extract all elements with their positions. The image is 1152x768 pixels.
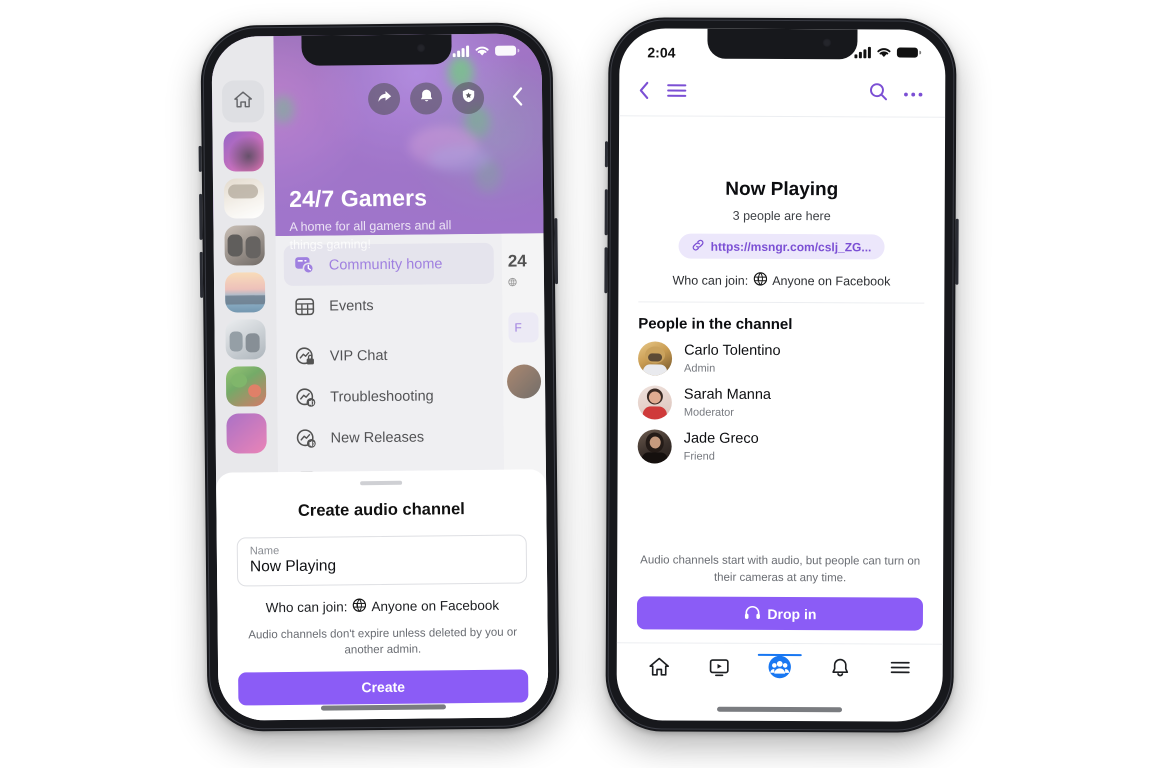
- nav-right-group: [868, 81, 923, 106]
- channel-name-input[interactable]: Now Playing: [250, 556, 514, 577]
- avatar: [637, 385, 672, 420]
- phone-volume-up-button: [604, 189, 608, 236]
- home-icon: [647, 655, 670, 683]
- channel-detail-body: Now Playing 3 people are here https://ms…: [617, 116, 945, 554]
- hamburger-menu-icon: [889, 658, 912, 681]
- person-info: Jade Greco Friend: [684, 431, 759, 463]
- front-camera: [416, 43, 426, 53]
- phone-mute-switch: [198, 145, 202, 172]
- right-nav-bar: [619, 70, 946, 118]
- sheet-note: Audio channels don't expire unless delet…: [248, 626, 518, 657]
- earpiece-speaker: [348, 33, 405, 36]
- earpiece-speaker: [754, 28, 811, 30]
- drop-in-label: Drop in: [767, 605, 817, 622]
- who-can-join-value: Anyone on Facebook: [772, 273, 891, 288]
- sheet-who-can-join[interactable]: Who can join: Anyone on Facebook: [237, 596, 527, 616]
- hamburger-menu-icon: [666, 84, 687, 103]
- avatar: [637, 429, 672, 464]
- phone-power-button: [554, 218, 559, 285]
- avatar: [637, 341, 673, 376]
- left-phone-screen: 24/7 Gamers A home for all gamers and al…: [211, 33, 549, 721]
- sheet-title: Create audio channel: [297, 500, 465, 520]
- person-role: Moderator: [683, 406, 735, 419]
- tab-menu[interactable]: [881, 655, 919, 685]
- drawer-menu-button[interactable]: [666, 81, 687, 104]
- bottom-tab-bar: [616, 642, 943, 696]
- globe-icon: [352, 598, 367, 615]
- tab-communities[interactable]: [757, 653, 802, 685]
- active-tab-indicator: [757, 653, 802, 657]
- back-button[interactable]: [637, 80, 651, 105]
- nav-left-group: [637, 80, 687, 105]
- status-time: 2:04: [647, 44, 676, 61]
- tab-watch[interactable]: [700, 654, 738, 684]
- right-phone-mockup: 2:04 Now Playing 3 people are here https…: [604, 17, 959, 733]
- people-section-title: People in the channel: [638, 315, 793, 334]
- channel-name-field[interactable]: Name Now Playing: [236, 534, 528, 587]
- person-role: Friend: [683, 450, 715, 463]
- phone-volume-down-button: [199, 251, 204, 298]
- screenshot-canvas: 24/7 Gamers A home for all gamers and al…: [0, 0, 1152, 768]
- person-name: Jade Greco: [683, 430, 759, 448]
- front-camera: [822, 38, 832, 48]
- channel-people-count: 3 people are here: [732, 208, 831, 224]
- person-name: Carlo Tolentino: [684, 342, 781, 360]
- channel-title: Now Playing: [725, 178, 839, 201]
- home-indicator: [717, 706, 843, 713]
- phone-volume-up-button: [199, 193, 203, 240]
- who-can-join-value: Anyone on Facebook: [371, 597, 500, 615]
- create-audio-channel-sheet: Create audio channel Name Now Playing Wh…: [215, 469, 549, 721]
- battery-icon: [896, 46, 922, 62]
- globe-icon: [753, 272, 767, 289]
- status-indicators: [854, 45, 922, 62]
- link-chain-icon: [692, 238, 705, 254]
- headphones-icon: [743, 604, 760, 622]
- phone-mute-switch: [604, 141, 609, 168]
- bell-icon: [829, 656, 852, 684]
- tab-home[interactable]: [640, 654, 678, 684]
- person-name: Sarah Manna: [683, 386, 772, 404]
- people-group-icon: [767, 654, 793, 685]
- person-info: Carlo Tolentino Admin: [684, 343, 781, 375]
- create-button[interactable]: Create: [238, 669, 529, 706]
- invite-link-pill[interactable]: https://msngr.com/cslj_ZG...: [678, 233, 885, 260]
- drop-in-button[interactable]: Drop in: [636, 596, 924, 631]
- who-can-join-label: Who can join:: [672, 273, 749, 288]
- search-button[interactable]: [868, 81, 888, 106]
- video-play-icon: [708, 655, 731, 683]
- device-notch: [707, 28, 858, 60]
- invite-link-text: https://msngr.com/cslj_ZG...: [710, 239, 872, 254]
- chevron-left-icon: [637, 81, 651, 104]
- right-phone-screen: 2:04 Now Playing 3 people are here https…: [616, 28, 946, 722]
- list-item[interactable]: Sarah Manna Moderator: [637, 385, 924, 420]
- more-options-button[interactable]: [903, 85, 923, 103]
- phone-volume-down-button: [604, 247, 608, 294]
- list-item[interactable]: Carlo Tolentino Admin: [637, 341, 924, 376]
- device-notch: [301, 33, 452, 66]
- drop-in-cta-container: Drop in: [617, 596, 943, 631]
- person-info: Sarah Manna Moderator: [684, 387, 771, 419]
- channel-footer-note: Audio channels start with audio, but peo…: [640, 554, 921, 584]
- sheet-drag-handle[interactable]: [360, 480, 403, 486]
- tab-notifications[interactable]: [821, 655, 859, 685]
- channel-who-can-join[interactable]: Who can join: Anyone on Facebook: [638, 271, 925, 304]
- list-item[interactable]: Jade Greco Friend: [637, 429, 924, 464]
- left-phone-mockup: 24/7 Gamers A home for all gamers and al…: [198, 22, 560, 732]
- who-can-join-label: Who can join:: [265, 599, 348, 616]
- search-icon: [868, 83, 888, 105]
- wifi-icon: [876, 45, 891, 61]
- more-horizontal-icon: [903, 85, 923, 102]
- phone-power-button: [955, 218, 959, 285]
- cellular-signal-icon: [854, 45, 871, 61]
- person-role: Admin: [684, 362, 716, 375]
